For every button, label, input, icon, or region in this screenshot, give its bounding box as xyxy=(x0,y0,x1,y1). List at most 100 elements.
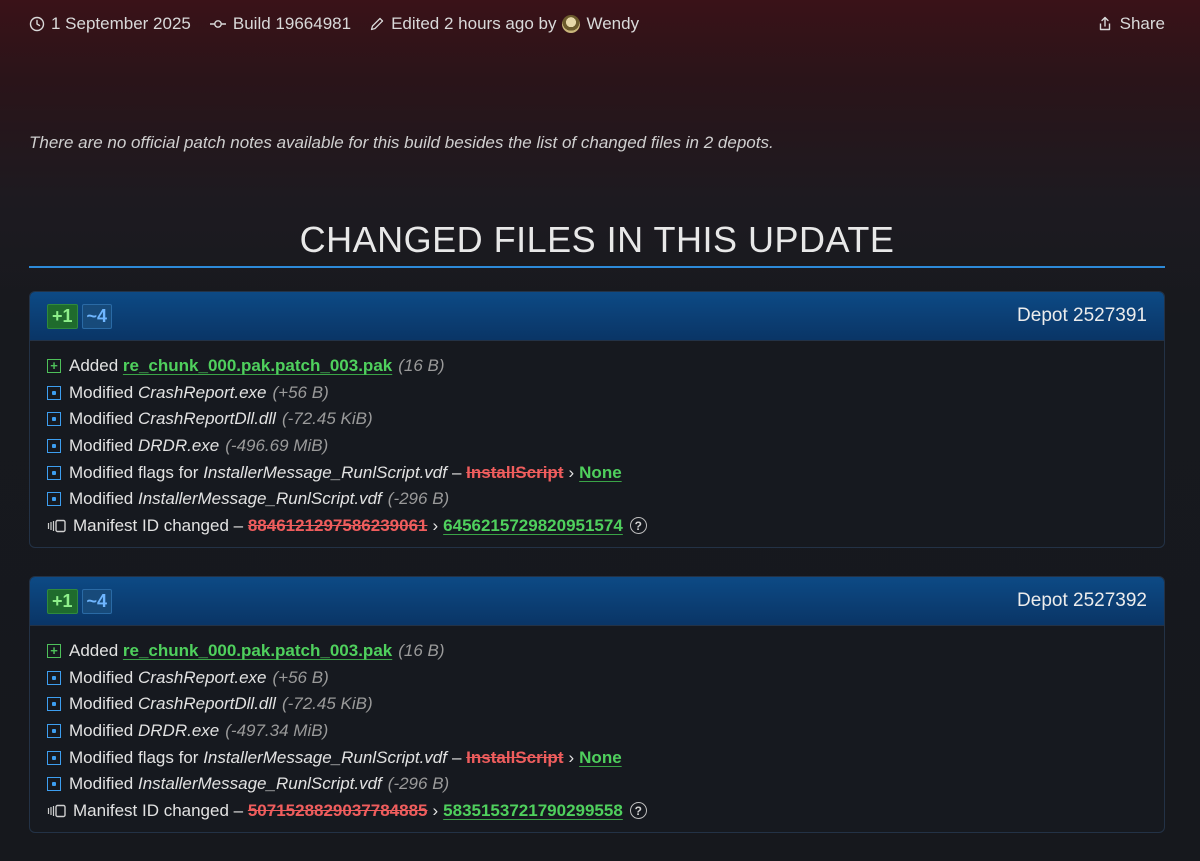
file-size: (-497.34 MiB) xyxy=(225,721,329,741)
change-label: Modified xyxy=(69,382,134,402)
plus-square-icon: + xyxy=(47,644,61,659)
arrow: › xyxy=(432,800,439,820)
modified-square-icon xyxy=(47,724,61,739)
file-size: (-496.69 MiB) xyxy=(225,436,329,456)
commit-icon xyxy=(209,20,226,28)
list-item: Modified CrashReportDll.dll (-72.45 KiB) xyxy=(47,691,1147,718)
file-name: InstallerMessage_RunlScript.vdf xyxy=(203,747,447,767)
share-label[interactable]: Share xyxy=(1120,14,1165,34)
build-meta[interactable]: Build 19664981 xyxy=(209,14,351,34)
date-meta: 1 September 2025 xyxy=(29,14,191,34)
file-size: (-296 B) xyxy=(387,774,450,794)
list-item: Modified DRDR.exe (-496.69 MiB) xyxy=(47,433,1147,460)
modified-square-icon xyxy=(47,697,61,712)
modified-square-icon xyxy=(47,385,61,400)
modified-count-badge: ~4 xyxy=(81,588,113,614)
edited-meta: Edited 2 hours ago by Wendy xyxy=(369,14,639,34)
list-item: Modified flags for InstallerMessage_Runl… xyxy=(47,744,1147,771)
file-name: DRDR.exe xyxy=(138,721,220,741)
dash: – xyxy=(451,462,462,482)
list-item: Modified CrashReport.exe (+56 B) xyxy=(47,380,1147,407)
new-manifest-id[interactable]: 6456215729820951574 xyxy=(443,516,623,536)
share-icon xyxy=(1099,16,1110,31)
file-name: CrashReport.exe xyxy=(138,382,267,402)
added-count-badge: +1 xyxy=(47,588,78,614)
list-item: + Added re_chunk_000.pak.patch_003.pak (1… xyxy=(47,638,1147,665)
depot-card: +1 ~4 Depot 2527391 + Added re_chunk_000… xyxy=(29,291,1165,549)
list-item: Modified InstallerMessage_RunlScript.vdf… xyxy=(47,486,1147,513)
change-label: Added xyxy=(69,356,119,376)
change-label: Modified flags for xyxy=(69,747,199,767)
depot-title[interactable]: Depot 2527392 xyxy=(1017,590,1147,612)
old-manifest-id: 8846121297586239061 xyxy=(247,515,428,535)
file-name: CrashReportDll.dll xyxy=(138,694,276,714)
old-flag: InstallScript xyxy=(466,462,564,482)
old-flag: InstallScript xyxy=(466,747,564,767)
modified-square-icon xyxy=(47,492,61,507)
arrow: › xyxy=(568,462,575,482)
new-manifest-id[interactable]: 5835153721790299558 xyxy=(443,801,623,821)
modified-square-icon xyxy=(47,465,61,480)
change-label: Modified xyxy=(69,694,134,714)
depot-file-list: + Added re_chunk_000.pak.patch_003.pak (1… xyxy=(30,341,1164,547)
list-item: Modified DRDR.exe (-497.34 MiB) xyxy=(47,718,1147,745)
plus-square-icon: + xyxy=(47,359,61,374)
modified-count-badge: ~4 xyxy=(81,303,113,329)
file-size: (-72.45 KiB) xyxy=(281,694,373,714)
new-flag: None xyxy=(579,462,622,482)
modified-square-icon xyxy=(47,670,61,685)
editor-username[interactable]: Wendy xyxy=(586,14,639,34)
list-item: Modified InstallerMessage_RunlScript.vdf… xyxy=(47,771,1147,798)
list-item: + Added re_chunk_000.pak.patch_003.pak (1… xyxy=(47,353,1147,380)
file-name: InstallerMessage_RunlScript.vdf xyxy=(203,462,447,482)
file-name: CrashReport.exe xyxy=(138,667,267,687)
list-item: Modified flags for InstallerMessage_Runl… xyxy=(47,459,1147,486)
arrow: › xyxy=(432,515,439,535)
depot-title[interactable]: Depot 2527391 xyxy=(1017,305,1147,327)
file-name: DRDR.exe xyxy=(138,436,220,456)
arrow: › xyxy=(568,747,575,767)
modified-square-icon xyxy=(47,750,61,765)
list-item: Modified CrashReportDll.dll (-72.45 KiB) xyxy=(47,406,1147,433)
edited-text: Edited 2 hours ago by xyxy=(391,14,557,33)
change-label: Modified xyxy=(69,489,134,509)
manifest-icon xyxy=(47,519,66,533)
patch-notes-text: There are no official patch notes availa… xyxy=(29,133,774,152)
change-label: Modified xyxy=(69,774,134,794)
old-manifest-id: 5071528829037784885 xyxy=(247,800,428,820)
file-size: (16 B) xyxy=(398,356,445,376)
manifest-label: Manifest ID changed – xyxy=(73,800,244,820)
list-item: Modified CrashReport.exe (+56 B) xyxy=(47,665,1147,692)
share-button[interactable]: Share xyxy=(1097,14,1165,34)
change-label: Modified flags for xyxy=(69,462,199,482)
help-icon[interactable]: ? xyxy=(629,517,647,535)
manifest-icon xyxy=(47,804,66,818)
file-size: (-72.45 KiB) xyxy=(281,409,373,429)
modified-square-icon xyxy=(47,412,61,427)
manifest-label: Manifest ID changed – xyxy=(73,515,244,535)
section-heading-container: CHANGED FILES IN THIS UPDATE xyxy=(29,220,1165,268)
date-text: 1 September 2025 xyxy=(51,14,191,33)
depot-file-list: + Added re_chunk_000.pak.patch_003.pak (1… xyxy=(30,626,1164,832)
file-name: InstallerMessage_RunlScript.vdf xyxy=(138,489,382,509)
modified-square-icon xyxy=(47,439,61,454)
top-meta-bar: 1 September 2025 Build 19664981 Edited 2… xyxy=(29,12,1165,36)
file-size: (-296 B) xyxy=(387,489,450,509)
added-file-link[interactable]: re_chunk_000.pak.patch_003.pak xyxy=(123,641,392,661)
file-name: InstallerMessage_RunlScript.vdf xyxy=(138,774,382,794)
build-link[interactable]: Build 19664981 xyxy=(233,14,351,34)
change-label: Modified xyxy=(69,409,134,429)
added-file-link[interactable]: re_chunk_000.pak.patch_003.pak xyxy=(123,356,392,376)
pencil-icon xyxy=(370,17,384,31)
depot-header: +1 ~4 Depot 2527392 xyxy=(30,577,1164,626)
clock-icon xyxy=(29,16,45,32)
change-label: Modified xyxy=(69,667,134,687)
file-name: CrashReportDll.dll xyxy=(138,409,276,429)
file-size: (+56 B) xyxy=(272,382,329,402)
dash: – xyxy=(451,747,462,767)
avatar[interactable] xyxy=(562,15,581,33)
change-label: Modified xyxy=(69,721,134,741)
depot-header: +1 ~4 Depot 2527391 xyxy=(30,292,1164,341)
list-item: Manifest ID changed – 507152882903778488… xyxy=(47,798,1147,825)
help-icon[interactable]: ? xyxy=(629,802,647,820)
